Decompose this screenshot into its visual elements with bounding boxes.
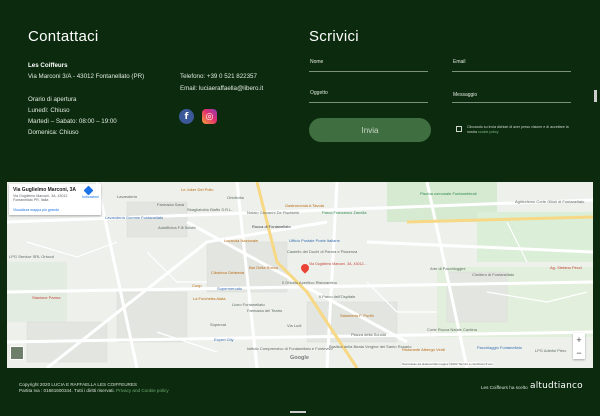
map-place[interactable]: Supermercato	[217, 286, 242, 291]
phone-text: Telefono: +39 0 521 822357	[180, 73, 257, 80]
consent-text: Cliccando su invia dichiari di aver pres…	[467, 125, 575, 135]
consent-checkbox[interactable]	[456, 126, 462, 132]
directions-icon[interactable]	[83, 185, 94, 196]
map-place[interactable]: Liceo Fontanellato	[232, 302, 265, 307]
submit-button[interactable]: Invia	[309, 118, 431, 142]
business-name: Les Coiffeurs	[28, 62, 68, 69]
map-place[interactable]: Sbagliatoblu Biaffo S.R.L.	[187, 207, 233, 212]
subject-label: Oggetto	[310, 90, 328, 96]
map-place[interactable]: Lavanderia Gomme Fontanellato	[105, 215, 163, 220]
satellite-layer-toggle[interactable]	[10, 346, 24, 360]
map-place[interactable]: Bar Della Rocca	[249, 265, 278, 270]
map-place[interactable]: Cimitero di Fontanellato	[472, 272, 514, 277]
map-place[interactable]: Agriturismo Corte Gilioli di Fontanellat…	[515, 199, 584, 204]
map-place[interactable]: La Forchetta Alata	[193, 296, 225, 301]
map-place[interactable]: LPG Adinfol Pierc	[535, 348, 566, 353]
hours-title: Orario di apertura	[28, 96, 77, 103]
contact-title: Contattaci	[28, 28, 99, 45]
map-place[interactable]: Ortofrutta	[227, 195, 244, 200]
map-place[interactable]: Autofficina F.lli Sciotti	[158, 225, 196, 230]
subject-input[interactable]	[309, 102, 428, 103]
map-place[interactable]: Via Ludi	[287, 323, 301, 328]
hours-sunday: Domenica: Chiuso	[28, 129, 79, 136]
email-input[interactable]	[452, 71, 571, 72]
map-place[interactable]: Ciboteca Gelateria	[211, 270, 244, 275]
agency-logo[interactable]: altudtianco	[530, 381, 583, 391]
card-address: Via Guglielmo Marconi, 3A, 43012 Fontane…	[13, 194, 68, 203]
directions-link[interactable]: Indicazioni	[82, 195, 99, 199]
message-label: Messaggio	[453, 92, 478, 98]
card-title: Via Guglielmo Marconi, 3A	[13, 187, 76, 193]
map-place[interactable]: Supercat	[210, 322, 226, 327]
zoom-in-button[interactable]: +	[573, 333, 585, 346]
footer-copyright: Copyright 2020 LUCIA E RAFFAELLA LES COI…	[19, 382, 169, 394]
facebook-icon: f	[184, 111, 189, 122]
map-place[interactable]: Piscina comunale Fontanebleali	[420, 191, 476, 196]
map-place[interactable]: Parco Francesco Zanella	[322, 210, 366, 215]
map-place[interactable]: LPG Service SRL Ortocol	[9, 254, 54, 259]
map-place[interactable]: Farmacia Sana	[157, 202, 184, 207]
view-larger-map-link[interactable]: Visualizza mappa più grande	[13, 208, 59, 212]
map-place[interactable]: Basilica della Beata Vergine del Santo R…	[329, 344, 412, 349]
map-place[interactable]: Istituto Comprensivo di Fontanellato e F…	[247, 346, 333, 351]
business-address: Via Marconi 3/A - 43012 Fontanellato (PR…	[28, 73, 145, 80]
form-title: Scrivici	[309, 28, 359, 45]
map-place[interactable]: Gastronomia A Tavola	[285, 203, 324, 208]
map-place[interactable]: Corte Rocca Natale Cantina	[427, 327, 477, 332]
map-place[interactable]: Il Ghiotto Aperitivo Ristorantino	[282, 280, 337, 285]
map-place[interactable]: Coop	[192, 283, 202, 288]
instagram-link[interactable]: ◎	[202, 109, 217, 124]
zoom-control: + −	[573, 333, 585, 359]
email-label: Email	[453, 59, 466, 65]
map-place[interactable]: Ag. Stefano Pecci	[550, 265, 582, 270]
map-place[interactable]: Ufficio Postale Poste Italiane	[289, 238, 340, 243]
map-place[interactable]: Arte di Pacchioggini	[430, 266, 465, 271]
map-place[interactable]: Salumeria F. Porfiri	[340, 313, 374, 318]
map-place[interactable]: Il Parco dell'Ospitale	[319, 294, 355, 299]
cookie-policy-link[interactable]: cookie policy	[478, 130, 499, 134]
credit-text: Les Coiffeurs ha scelto	[481, 385, 528, 390]
map-place[interactable]: Castello dei Duchi di Parma e Piacenza	[287, 249, 357, 254]
map-place[interactable]: Le Joker Del Pollo	[181, 187, 213, 192]
map-place[interactable]: Farmacia del Teatro	[247, 308, 282, 313]
map-place[interactable]: Lavanderia	[117, 194, 137, 199]
name-label: Nome	[310, 59, 324, 65]
facebook-link[interactable]: f	[179, 109, 194, 124]
instagram-icon: ◎	[205, 111, 214, 122]
vat-text: Partita Iva : 01661600344. Tutti i dirit…	[19, 388, 115, 393]
map-place[interactable]: Notaio Giovanni De Fischietti	[247, 210, 299, 215]
bottom-handle[interactable]	[290, 411, 306, 413]
hours-tuesday-saturday: Martedì – Sabato: 08:00 – 19:00	[28, 118, 117, 125]
map-info-card: Via Guglielmo Marconi, 3A Via Guglielmo …	[9, 184, 101, 215]
message-input[interactable]	[452, 102, 571, 103]
google-logo: Google	[290, 355, 309, 361]
zoom-out-button[interactable]: −	[573, 346, 585, 359]
map-place[interactable]: Ristorante Albergo Verdi	[402, 347, 445, 352]
hours-monday: Lunedì: Chiuso	[28, 107, 70, 114]
map-place[interactable]: Locanda Nazionale	[224, 238, 258, 243]
map-place[interactable]: Stazione Parma	[32, 295, 60, 300]
name-input[interactable]	[309, 71, 428, 72]
email-text[interactable]: Email: luciaeraffaella@libero.it	[180, 85, 263, 92]
privacy-cookie-link[interactable]: Privacy and Cookie policy	[116, 388, 169, 393]
vat-line: Partita Iva : 01661600344. Tutti i dirit…	[19, 388, 169, 394]
map-place[interactable]: Piazza della Scuola	[351, 332, 386, 337]
scroll-handle[interactable]	[594, 90, 597, 102]
page: Contattaci Les Coiffeurs Via Marconi 3/A…	[0, 0, 600, 416]
map-place[interactable]: Pacchiaggio Fontanellato	[477, 345, 522, 350]
map-place[interactable]: Expert City	[214, 337, 234, 342]
map-place[interactable]: Rocca di Fontanellato	[252, 224, 291, 229]
map-attribution[interactable]: Scorciatoie da tastiera Dati mappa ©2022…	[402, 362, 493, 366]
pin-label: Via Guglielmo Marconi, 3A, 43012...	[309, 262, 367, 266]
